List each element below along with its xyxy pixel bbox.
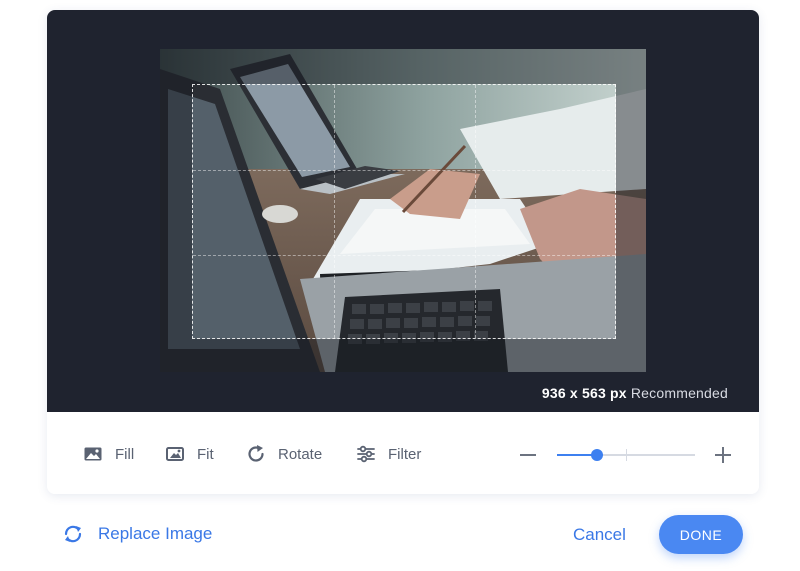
cancel-button[interactable]: Cancel [573, 525, 626, 545]
recommended-label: Recommended [630, 385, 728, 401]
fill-label: Fill [115, 445, 135, 463]
crop-grid-line [475, 85, 476, 338]
image-fill-icon [83, 444, 103, 464]
image-stage: 936 x 563 px Recommended [47, 10, 759, 412]
rotate-label: Rotate [278, 445, 323, 463]
crop-grid-line [193, 170, 615, 171]
filter-sliders-icon [356, 444, 376, 464]
zoom-slider-midpoint [626, 449, 627, 461]
done-button[interactable]: DONE [659, 515, 743, 554]
fit-label: Fit [197, 445, 214, 463]
filter-button[interactable]: Filter [356, 444, 421, 464]
crop-grid-line [334, 85, 335, 338]
zoom-slider[interactable] [557, 447, 695, 463]
rotate-icon [246, 444, 266, 464]
replace-image-button[interactable]: Replace Image [62, 523, 212, 545]
refresh-icon [62, 523, 84, 545]
dimensions-value: 936 x 563 px [541, 385, 627, 401]
crop-frame[interactable] [192, 84, 616, 339]
image-editor-card: 936 x 563 px Recommended Fill Fit Rotate [47, 10, 759, 494]
zoom-slider-thumb[interactable] [591, 449, 603, 461]
image-fit-icon [165, 444, 185, 464]
recommended-dimensions: 936 x 563 px Recommended [542, 385, 728, 401]
fit-button[interactable]: Fit [165, 444, 214, 464]
replace-image-label: Replace Image [98, 524, 213, 543]
crop-grid-line [193, 255, 615, 256]
filter-label: Filter [388, 445, 422, 463]
rotate-button[interactable]: Rotate [246, 444, 322, 464]
zoom-out-icon[interactable] [520, 454, 536, 456]
fill-button[interactable]: Fill [83, 444, 134, 464]
edit-toolbar: Fill Fit Rotate Filter [47, 412, 759, 494]
zoom-in-icon[interactable] [715, 447, 731, 463]
